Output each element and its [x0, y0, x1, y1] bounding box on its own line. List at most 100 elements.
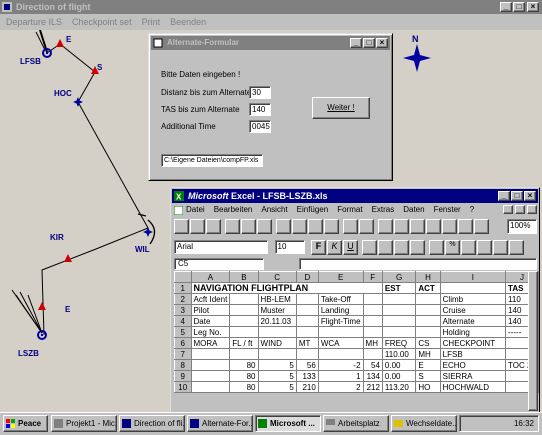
cell[interactable]: EST [381, 282, 417, 294]
cell[interactable]: Muster [257, 304, 297, 316]
open-icon[interactable] [190, 219, 205, 234]
name-box[interactable]: C5 [174, 258, 264, 270]
tas-input[interactable]: 140 [249, 103, 271, 116]
cell[interactable] [381, 326, 417, 338]
cell[interactable]: 133 [295, 370, 319, 382]
copy-icon[interactable] [292, 219, 307, 234]
additional-time-input[interactable]: 0045 [249, 120, 271, 133]
cell[interactable]: Leg No. [190, 326, 231, 338]
task-excel[interactable]: Microsoft ... [255, 415, 321, 432]
cell[interactable]: ACT [415, 282, 441, 294]
cell[interactable]: 113.20 [381, 381, 417, 393]
redo-icon[interactable] [359, 219, 374, 234]
cell[interactable] [415, 326, 441, 338]
excel-title-bar[interactable]: X Microsoft Excel - LFSB-LSZB.xls _ □ × [172, 189, 538, 203]
drawing-icon[interactable] [474, 219, 489, 234]
cell[interactable]: 80 [229, 359, 259, 371]
cell[interactable] [295, 315, 319, 327]
thousands-icon[interactable] [461, 240, 477, 255]
row-header[interactable]: 8 [174, 359, 192, 371]
excel-menu-ansicht[interactable]: Ansicht [256, 204, 291, 214]
task-wechseldate[interactable]: Wechseldate... [391, 415, 457, 432]
cell[interactable] [381, 315, 417, 327]
cell[interactable]: 5 [257, 370, 297, 382]
cell[interactable]: Alternate [439, 315, 507, 327]
cell[interactable] [295, 326, 319, 338]
dialog-maximize-button[interactable]: □ [363, 38, 375, 48]
paste-icon[interactable] [308, 219, 323, 234]
cell[interactable] [190, 370, 231, 382]
function-icon[interactable] [394, 219, 409, 234]
cell[interactable]: HOCHWALD [439, 381, 507, 393]
cell[interactable] [381, 304, 417, 316]
excel-maximize-button[interactable]: □ [511, 191, 523, 201]
cell[interactable]: Landing [317, 304, 364, 316]
cell[interactable] [381, 293, 417, 305]
cell[interactable] [190, 381, 231, 393]
excel-menu-einfuegen[interactable]: Einfügen [292, 204, 333, 214]
column-header[interactable]: B [229, 271, 259, 283]
cell[interactable]: 5 [257, 381, 297, 393]
excel-close-button[interactable]: × [524, 191, 536, 201]
cell[interactable]: HO [415, 381, 441, 393]
menu-print[interactable]: Print [136, 14, 165, 27]
cell[interactable]: 2 [317, 381, 364, 393]
cell[interactable]: 0.00 [381, 370, 417, 382]
cell[interactable] [317, 348, 364, 360]
cell[interactable]: Take-Off [317, 293, 364, 305]
book-close-button[interactable] [527, 205, 537, 214]
maximize-button[interactable]: □ [513, 2, 525, 12]
cell[interactable]: FL / ft [229, 337, 259, 349]
cell[interactable]: 1 [317, 370, 364, 382]
excel-menu-extras[interactable]: Extras [367, 204, 399, 214]
percent-icon[interactable]: % [445, 240, 461, 255]
row-header[interactable]: 9 [174, 370, 192, 382]
weiter-button[interactable]: Weiter ! [312, 97, 370, 119]
column-header[interactable]: G [381, 271, 417, 283]
cell[interactable]: MH [362, 337, 383, 349]
map-icon[interactable] [458, 219, 473, 234]
task-alternate[interactable]: Alternate-For... [187, 415, 253, 432]
cell[interactable] [362, 326, 383, 338]
excel-menu-bearbeiten[interactable]: Bearbeiten [209, 204, 257, 214]
minimize-button[interactable]: _ [500, 2, 512, 12]
cell[interactable]: 0.00 [381, 359, 417, 371]
cell[interactable]: MH [415, 348, 441, 360]
task-arbeitsplatz[interactable]: Arbeitsplatz [323, 415, 389, 432]
row-header[interactable]: 2 [174, 293, 192, 305]
cell[interactable] [295, 348, 319, 360]
cell[interactable]: 5 [257, 359, 297, 371]
book-minimize-button[interactable] [503, 205, 513, 214]
file-path-field[interactable]: C:\Eigene Dateien\compFP.xls [161, 154, 263, 167]
cell[interactable]: Climb [439, 293, 507, 305]
cell[interactable] [415, 293, 441, 305]
merge-center-icon[interactable] [410, 240, 426, 255]
excel-menu-fenster[interactable]: Fenster [429, 204, 465, 214]
cell[interactable] [257, 348, 297, 360]
excel-menu-daten[interactable]: Daten [398, 204, 428, 214]
cell[interactable]: Acft Ident [190, 293, 231, 305]
row-header[interactable]: 5 [174, 326, 192, 338]
menu-beenden[interactable]: Beenden [164, 14, 210, 27]
cell[interactable] [317, 326, 364, 338]
cell[interactable] [229, 315, 259, 327]
column-header[interactable]: D [295, 271, 319, 283]
cell[interactable] [295, 304, 319, 316]
cell[interactable]: Date [190, 315, 231, 327]
row-header[interactable]: 1 [174, 282, 192, 294]
spreadsheet-grid[interactable]: A B C D E F G H I J 1 NAVIGATION FLIGHTPL… [174, 271, 539, 393]
cell[interactable]: Flight-Time [317, 315, 364, 327]
column-header[interactable]: I [439, 271, 507, 283]
cell[interactable] [415, 304, 441, 316]
cell[interactable]: Holding [439, 326, 507, 338]
column-header[interactable]: C [257, 271, 297, 283]
cell[interactable] [190, 359, 231, 371]
font-size-select[interactable]: 10 [274, 240, 305, 254]
start-button[interactable]: Peace [3, 415, 48, 432]
row-header[interactable]: 4 [174, 315, 192, 327]
cell[interactable]: CS [415, 337, 441, 349]
excel-minimize-button[interactable]: _ [498, 191, 510, 201]
cut-icon[interactable] [276, 219, 291, 234]
cell[interactable] [229, 304, 259, 316]
new-icon[interactable] [174, 219, 189, 234]
